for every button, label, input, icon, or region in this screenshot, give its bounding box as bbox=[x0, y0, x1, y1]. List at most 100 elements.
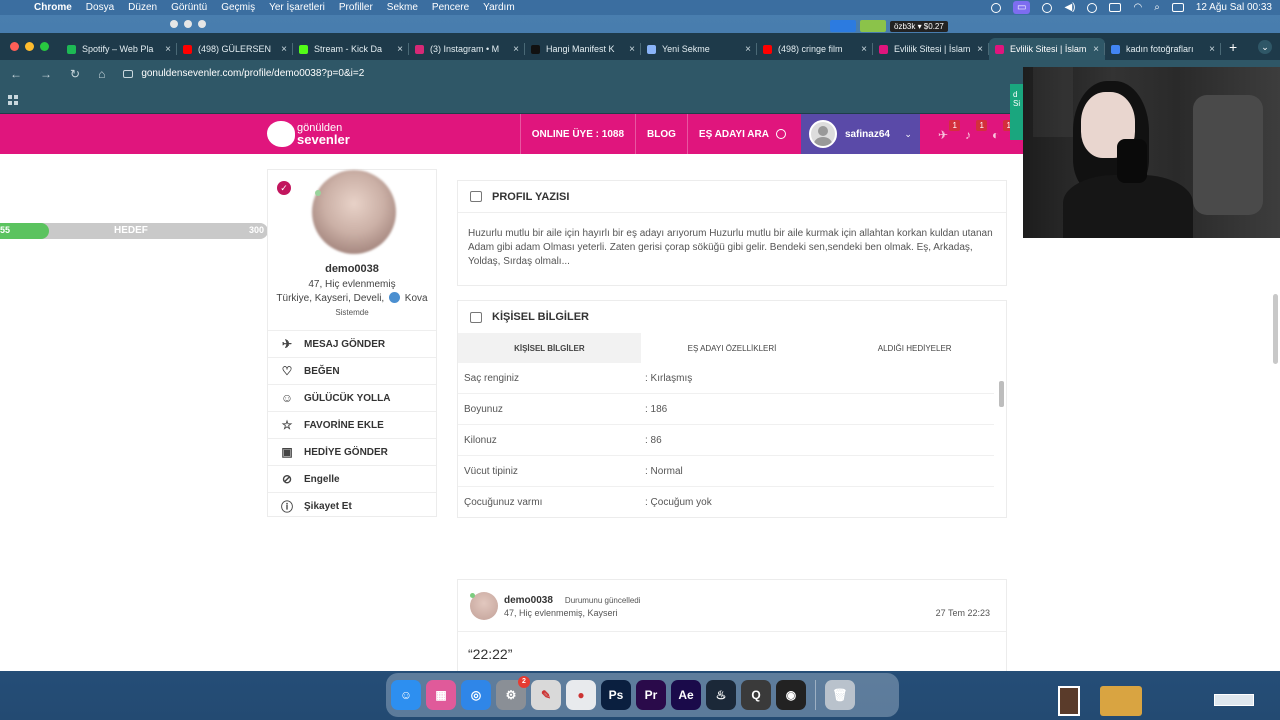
block-button[interactable]: ⊘ Engelle bbox=[268, 465, 436, 492]
dock-trash-icon[interactable]: 🗑 bbox=[825, 680, 855, 710]
side-chat-tab[interactable]: d Si bbox=[1010, 84, 1024, 140]
send-message-button[interactable]: ✈ MESAJ GÖNDER bbox=[268, 330, 436, 357]
browser-tab[interactable]: Evlilik Sitesi | İslam × bbox=[989, 38, 1105, 60]
menu-profiles[interactable]: Profiller bbox=[339, 2, 373, 13]
partner-search-link[interactable]: EŞ ADAYI ARA bbox=[686, 114, 797, 154]
dock-chrome-icon[interactable]: ● bbox=[566, 680, 596, 710]
desktop-screenshot-icon[interactable] bbox=[1214, 694, 1254, 706]
dock-obs-icon[interactable]: ◉ bbox=[776, 680, 806, 710]
home-button[interactable]: ⌂ bbox=[98, 67, 105, 81]
visitor-notification[interactable]: ◐ 1 bbox=[992, 120, 1014, 142]
dock-settings-icon[interactable]: ⚙ 2 bbox=[496, 676, 530, 710]
page-scrollbar[interactable] bbox=[1273, 294, 1278, 364]
details-scrollbar[interactable] bbox=[999, 381, 1004, 407]
browser-tab[interactable]: Spotify – Web Pla × bbox=[61, 38, 177, 60]
tab-personal-info[interactable]: KİŞİSEL BİLGİLER bbox=[458, 333, 641, 363]
site-logo[interactable]: gönülden sevenler bbox=[267, 121, 350, 147]
close-window-button[interactable] bbox=[10, 42, 19, 51]
forward-button[interactable]: → bbox=[40, 67, 52, 81]
reload-button[interactable]: ↻ bbox=[70, 67, 80, 81]
browser-tab[interactable]: Evlilik Sitesi | İslam × bbox=[873, 38, 989, 60]
close-tab-icon[interactable]: × bbox=[745, 44, 751, 55]
close-tab-icon[interactable]: × bbox=[165, 44, 171, 55]
send-smile-button[interactable]: ☺ GÜLÜCÜK YOLLA bbox=[268, 384, 436, 411]
browser-tab[interactable]: kadın fotoğrafları × bbox=[1105, 38, 1221, 60]
dock-launchpad-icon[interactable]: ▦ bbox=[426, 680, 456, 710]
menu-tab[interactable]: Sekme bbox=[387, 2, 418, 13]
desktop-box-icon[interactable] bbox=[1100, 686, 1142, 716]
menu-window[interactable]: Pencere bbox=[432, 2, 469, 13]
browser-tab[interactable]: Yeni Sekme × bbox=[641, 38, 757, 60]
announce-icon[interactable] bbox=[830, 20, 856, 32]
zoom-window-button[interactable] bbox=[40, 42, 49, 51]
search-icon[interactable]: ⌕ bbox=[1154, 2, 1160, 13]
creative-cloud-icon[interactable] bbox=[1042, 2, 1053, 13]
report-button[interactable]: ⓘ Şikayet Et bbox=[268, 492, 436, 519]
close-tab-icon[interactable]: × bbox=[1093, 44, 1099, 55]
personal-details-list[interactable]: Saç renginiz: Kırlaşmış Boyunuz: 186 Kil… bbox=[458, 363, 1006, 517]
close-tab-icon[interactable]: × bbox=[861, 44, 867, 55]
dock-quicktime-icon[interactable]: Q bbox=[741, 680, 771, 710]
tab-title: (498) cringe film bbox=[778, 44, 843, 54]
menu-file[interactable]: Dosya bbox=[86, 2, 114, 13]
menu-bookmarks[interactable]: Yer İşaretleri bbox=[269, 2, 325, 13]
menu-help[interactable]: Yardım bbox=[483, 2, 515, 13]
browser-tab[interactable]: Stream - Kick Da × bbox=[293, 38, 409, 60]
control-center-icon[interactable] bbox=[1171, 3, 1184, 12]
menubar-clock[interactable]: 12 Ağu Sal 00:33 bbox=[1196, 2, 1272, 13]
screen-record-icon[interactable]: ▭ bbox=[1012, 1, 1031, 14]
close-tab-icon[interactable]: × bbox=[1209, 44, 1215, 55]
back-button[interactable]: ← bbox=[10, 67, 22, 81]
post-author[interactable]: demo0038 bbox=[504, 595, 553, 606]
tab-strip: Spotify – Web Pla × (498) GÜLERSEN × Stream … bbox=[0, 33, 1280, 60]
stream-toolbar: özb3k ▾ $0.27 bbox=[830, 20, 948, 32]
bell-notification[interactable]: ♪ 1 bbox=[965, 120, 987, 142]
add-favorite-button[interactable]: ☆ FAVORİNE EKLE bbox=[268, 411, 436, 438]
address-bar[interactable]: gonuldensevenler.com/profile/demo0038?p=… bbox=[123, 68, 364, 79]
profile-photo[interactable] bbox=[312, 170, 396, 254]
message-notification[interactable]: ✈ 1 bbox=[938, 120, 960, 142]
minimize-window-button[interactable] bbox=[25, 42, 34, 51]
new-tab-button[interactable]: + bbox=[1229, 39, 1237, 55]
dock-premiere-icon[interactable]: Pr bbox=[636, 680, 666, 710]
dock-after-effects-icon[interactable]: Ae bbox=[671, 680, 701, 710]
dock-safari-icon[interactable]: ◎ bbox=[461, 680, 491, 710]
apps-grid-icon[interactable] bbox=[8, 95, 18, 105]
menu-history[interactable]: Geçmiş bbox=[221, 2, 255, 13]
post-avatar[interactable] bbox=[470, 591, 498, 620]
detail-key: Vücut tipiniz bbox=[464, 465, 518, 477]
browser-tab[interactable]: (498) GÜLERSEN × bbox=[177, 38, 293, 60]
browser-tab[interactable]: (3) Instagram • M × bbox=[409, 38, 525, 60]
status-icon[interactable] bbox=[990, 2, 1001, 13]
play-icon[interactable] bbox=[1087, 2, 1098, 13]
menu-edit[interactable]: Düzen bbox=[128, 2, 157, 13]
blog-link[interactable]: BLOG bbox=[635, 114, 687, 154]
close-tab-icon[interactable]: × bbox=[513, 44, 519, 55]
desktop-file-icon[interactable] bbox=[1058, 686, 1080, 716]
browser-tab[interactable]: (498) cringe film × bbox=[757, 38, 873, 60]
tab-received-gifts[interactable]: ALDIĞI HEDİYELER bbox=[823, 333, 1006, 363]
dock-notes-icon[interactable]: ✎ bbox=[531, 680, 561, 710]
close-tab-icon[interactable]: × bbox=[281, 44, 287, 55]
menu-app-name[interactable]: Chrome bbox=[34, 2, 72, 13]
user-menu[interactable]: safinaz64 ⌄ bbox=[800, 114, 920, 154]
browser-tab[interactable]: Hangi Manifest K × bbox=[525, 38, 641, 60]
online-members-link[interactable]: ONLINE ÜYE : 1088 bbox=[519, 114, 635, 154]
url-text[interactable]: gonuldensevenler.com/profile/demo0038?p=… bbox=[141, 68, 364, 79]
battery-icon[interactable] bbox=[1109, 3, 1122, 12]
volume-icon[interactable]: ◀) bbox=[1064, 2, 1075, 13]
close-tab-icon[interactable]: × bbox=[977, 44, 983, 55]
tab-search-button[interactable]: ⌄ bbox=[1258, 39, 1272, 54]
like-button[interactable]: ♡ BEĞEN bbox=[268, 357, 436, 384]
dock-photoshop-icon[interactable]: Ps bbox=[601, 680, 631, 710]
menu-view[interactable]: Görüntü bbox=[171, 2, 207, 13]
site-info-icon[interactable] bbox=[123, 69, 134, 78]
tab-partner-features[interactable]: EŞ ADAYI ÖZELLİKLERİ bbox=[641, 333, 824, 363]
dock-finder-icon[interactable]: ☺ bbox=[391, 680, 421, 710]
wifi-icon[interactable]: ◠ bbox=[1133, 2, 1142, 13]
dock-steam-icon[interactable]: ♨ bbox=[706, 680, 736, 710]
bell-icon[interactable] bbox=[860, 20, 886, 32]
close-tab-icon[interactable]: × bbox=[629, 44, 635, 55]
close-tab-icon[interactable]: × bbox=[397, 44, 403, 55]
send-gift-button[interactable]: ▣ HEDİYE GÖNDER bbox=[268, 438, 436, 465]
